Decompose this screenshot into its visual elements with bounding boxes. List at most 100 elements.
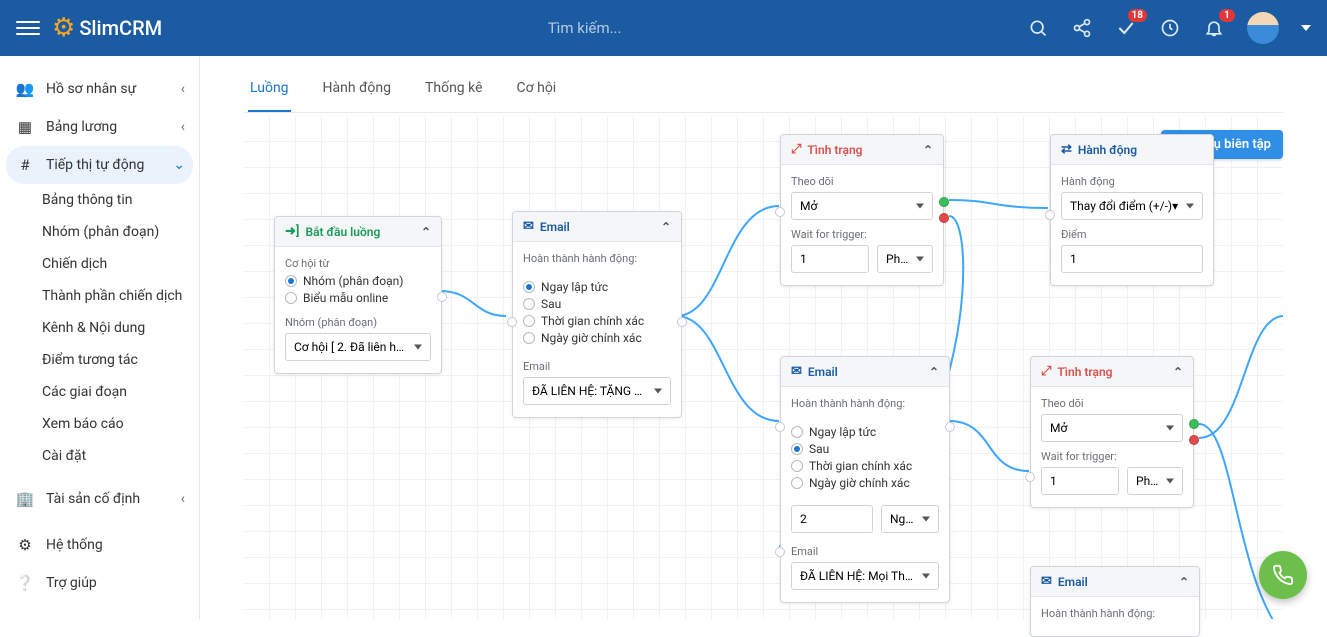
select-action[interactable]: Thay đổi điểm (+/-)▾ xyxy=(1061,192,1203,220)
node-start[interactable]: ➜]Bắt đầu luồng⌃ Cơ hội từ Nhóm (phân đo… xyxy=(274,216,442,374)
node-status-1[interactable]: ⤢Tình trạng⌃ Theo dõi Mở Wait for trigge… xyxy=(780,134,944,286)
node-title: Tình trạng xyxy=(807,143,862,157)
radio-exact-time[interactable]: Thời gian chính xác xyxy=(791,459,939,473)
sidebar-item-hr[interactable]: 👥 Hồ sơ nhân sự ‹ xyxy=(0,70,199,108)
port-out-no[interactable] xyxy=(939,213,949,223)
port-in[interactable] xyxy=(775,422,785,432)
sidebar-sub-components[interactable]: Thành phần chiến dịch xyxy=(0,280,199,312)
input-point[interactable] xyxy=(1061,245,1203,273)
select-email-template[interactable]: ĐÃ LIÊN HỆ: Mọi Thứ Về B▾ xyxy=(791,562,939,590)
building-icon: 🏢 xyxy=(14,490,36,508)
node-email-2[interactable]: ✉Email⌃ Hoàn thành hành động: Ngay lập t… xyxy=(780,356,950,603)
tabs: Luồng Hành động Thống kê Cơ hội xyxy=(244,66,1283,113)
sidebar-item-automation[interactable]: # Tiếp thị tự động ⌄ xyxy=(6,146,193,184)
node-status-2[interactable]: ⤢Tình trạng⌃ Theo dõi Mở Wait for trigge… xyxy=(1030,356,1194,508)
search-area[interactable]: Tìm kiếm... xyxy=(162,19,1007,37)
port-in-2[interactable] xyxy=(775,547,785,557)
radio-exact-datetime[interactable]: Ngày giờ chính xác xyxy=(791,476,939,490)
port-out[interactable] xyxy=(437,292,447,302)
sidebar-sub-dashboard[interactable]: Bảng thông tin xyxy=(0,184,199,216)
sidebar-sub-reports[interactable]: Xem báo cáo xyxy=(0,408,199,440)
select-email-template[interactable]: ĐÃ LIÊN HỆ: TẶNG EBOOK▾ xyxy=(523,377,671,405)
port-out-yes[interactable] xyxy=(1189,419,1199,429)
search-icon[interactable] xyxy=(1027,17,1049,39)
mail-icon: ✉ xyxy=(1041,574,1052,589)
node-title: Email xyxy=(540,220,570,234)
radio-exact-datetime[interactable]: Ngày giờ chính xác xyxy=(523,331,671,345)
sidebar-sub-channels[interactable]: Kênh & Nội dung xyxy=(0,312,199,344)
select-follow[interactable]: Mở xyxy=(1041,414,1183,442)
bell-badge: 1 xyxy=(1219,9,1235,22)
radio-immediate[interactable]: Ngay lập tức xyxy=(523,280,671,294)
topbar: ⚙ SlimCRM Tìm kiếm... 18 1 xyxy=(0,0,1327,56)
label-action: Hành động xyxy=(1061,175,1203,188)
collapse-icon[interactable]: ⌃ xyxy=(929,365,939,379)
collapse-icon[interactable]: ⌃ xyxy=(923,143,933,157)
select-delay-unit[interactable]: Ngày xyxy=(881,505,939,533)
select-wait-unit[interactable]: Phút xyxy=(1127,467,1183,495)
node-email-1[interactable]: ✉Email⌃ Hoàn thành hành động: Ngay lập t… xyxy=(512,211,682,418)
input-wait-value[interactable] xyxy=(791,245,869,273)
select-segment[interactable]: Cơ hội [ 2. Đã liên hệ ▾ xyxy=(285,333,431,361)
label-complete: Hoàn thành hành động: xyxy=(1041,607,1189,620)
port-out-yes[interactable] xyxy=(939,197,949,207)
chevron-down-icon: ⌄ xyxy=(173,157,185,173)
select-wait-unit[interactable]: Phút xyxy=(877,245,933,273)
sidebar-item-label: Hồ sơ nhân sự xyxy=(46,81,136,97)
transfer-icon: ⇄ xyxy=(1061,142,1072,157)
login-icon: ➜] xyxy=(285,224,299,239)
phone-fab[interactable] xyxy=(1259,551,1307,599)
label-follow: Theo dõi xyxy=(1041,397,1183,410)
sidebar-sub-stages[interactable]: Các giai đoạn xyxy=(0,376,199,408)
collapse-icon[interactable]: ⌃ xyxy=(1179,575,1189,589)
radio-after[interactable]: Sau xyxy=(791,442,939,456)
bell-icon[interactable]: 1 xyxy=(1203,17,1225,39)
sidebar-sub-settings[interactable]: Cài đặt xyxy=(0,440,199,472)
label-email: Email xyxy=(791,545,939,558)
collapse-icon[interactable]: ⌃ xyxy=(1173,365,1183,379)
flow-canvas[interactable]: Công cụ biên tập ➜]Bắt đầu luồng⌃ Cơ hội… xyxy=(244,116,1283,619)
clock-icon[interactable] xyxy=(1159,17,1181,39)
port-out-no[interactable] xyxy=(1189,435,1199,445)
share-icon[interactable] xyxy=(1071,17,1093,39)
port-out[interactable] xyxy=(945,422,955,432)
node-action[interactable]: ⇄Hành động Hành động Thay đổi điểm (+/-)… xyxy=(1050,134,1214,286)
radio-segment[interactable]: Nhóm (phân đoạn) xyxy=(285,274,431,288)
check-icon[interactable]: 18 xyxy=(1115,17,1137,39)
user-menu-caret[interactable] xyxy=(1301,25,1311,31)
radio-exact-time[interactable]: Thời gian chính xác xyxy=(523,314,671,328)
sidebar-sub-campaign[interactable]: Chiến dịch xyxy=(0,248,199,280)
port-in[interactable] xyxy=(507,317,517,327)
sidebar-item-payroll[interactable]: ▦ Bảng lương ‹ xyxy=(0,108,199,146)
port-out[interactable] xyxy=(677,317,687,327)
sidebar-item-system[interactable]: ⚙ Hệ thống xyxy=(0,526,199,564)
node-email-3[interactable]: ✉Email⌃ Hoàn thành hành động: xyxy=(1030,566,1200,637)
gear-icon: ⚙ xyxy=(14,536,36,554)
radio-after[interactable]: Sau xyxy=(523,297,671,311)
sidebar-sub-scoring[interactable]: Điểm tương tác xyxy=(0,344,199,376)
chevron-left-icon: ‹ xyxy=(181,491,185,507)
tab-stats[interactable]: Thống kê xyxy=(423,66,485,112)
sidebar-item-label: Hệ thống xyxy=(46,537,103,553)
select-follow[interactable]: Mở xyxy=(791,192,933,220)
brand-name: SlimCRM xyxy=(79,16,162,40)
collapse-icon[interactable]: ⌃ xyxy=(661,220,671,234)
input-wait-value[interactable] xyxy=(1041,467,1119,495)
radio-form[interactable]: Biểu mẫu online xyxy=(285,291,431,305)
main: Luồng Hành động Thống kê Cơ hội Công cụ … xyxy=(200,56,1327,619)
port-in[interactable] xyxy=(1045,210,1055,220)
port-in[interactable] xyxy=(1025,472,1035,482)
tab-action[interactable]: Hành động xyxy=(321,66,393,112)
brand-logo[interactable]: ⚙ SlimCRM xyxy=(52,13,162,43)
tab-opportunity[interactable]: Cơ hội xyxy=(515,66,559,112)
port-in[interactable] xyxy=(775,207,785,217)
radio-immediate[interactable]: Ngay lập tức xyxy=(791,425,939,439)
sidebar-item-assets[interactable]: 🏢 Tài sản cố định ‹ xyxy=(0,480,199,518)
avatar[interactable] xyxy=(1247,12,1279,44)
tab-flow[interactable]: Luồng xyxy=(248,66,291,112)
input-delay-value[interactable] xyxy=(791,505,873,533)
menu-toggle[interactable] xyxy=(16,16,40,40)
sidebar-item-help[interactable]: ❔ Trợ giúp xyxy=(0,564,199,602)
collapse-icon[interactable]: ⌃ xyxy=(421,225,431,239)
sidebar-sub-segments[interactable]: Nhóm (phân đoạn) xyxy=(0,216,199,248)
